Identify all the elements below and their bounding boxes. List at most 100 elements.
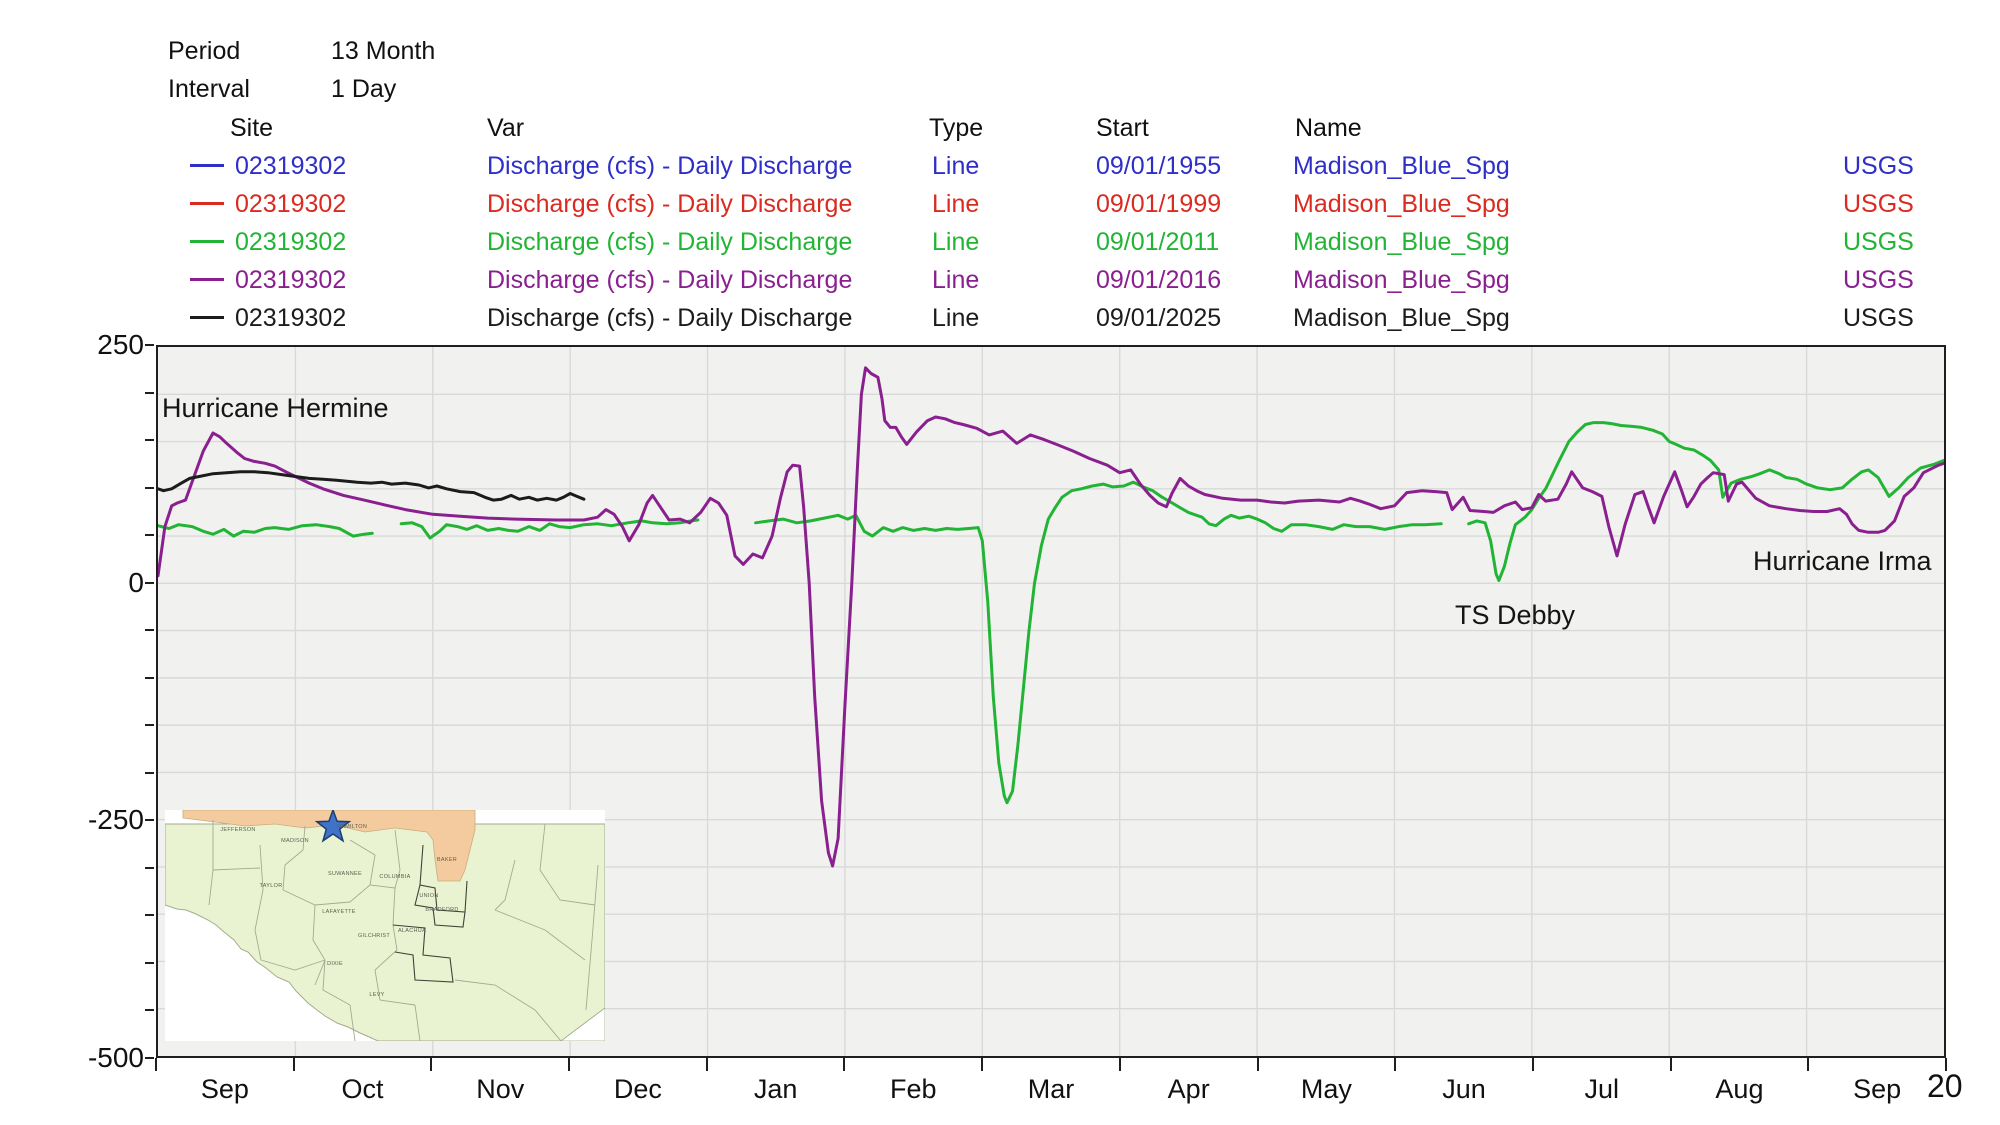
x-axis-month-label: May: [1258, 1074, 1396, 1105]
map-county-label: UNION: [419, 893, 438, 899]
x-axis-tick: [293, 1058, 295, 1071]
legend-header-start: Start: [1096, 114, 1149, 143]
map-county-label: LAFAYETTE: [322, 909, 355, 915]
legend-var: Discharge (cfs) - Daily Discharge: [487, 266, 852, 295]
legend-start: 09/01/2016: [1096, 266, 1221, 295]
x-axis-month-label: Oct: [294, 1074, 432, 1105]
legend-start: 09/01/2011: [1096, 228, 1219, 257]
legend-site: 02319302: [235, 228, 346, 257]
x-axis-month-label: Apr: [1120, 1074, 1258, 1105]
legend-name: Madison_Blue_Spg: [1293, 304, 1510, 333]
x-axis-month-label: Jul: [1533, 1074, 1671, 1105]
legend-type: Line: [932, 190, 979, 219]
legend-type: Line: [932, 304, 979, 333]
legend-start: 09/01/1955: [1096, 152, 1221, 181]
app-window: Period 13 Month Interval 1 Day Site Var …: [0, 0, 2000, 1125]
map-county-label: GILCHRIST: [358, 933, 390, 939]
series-dash-icon: [190, 202, 224, 205]
series-dash-icon: [190, 164, 224, 167]
legend-var: Discharge (cfs) - Daily Discharge: [487, 304, 852, 333]
y-axis-tick: [145, 534, 154, 536]
legend-type: Line: [932, 266, 979, 295]
legend-row[interactable]: 02319302Discharge (cfs) - Daily Discharg…: [0, 266, 2000, 294]
y-axis-tick: [145, 1057, 154, 1059]
y-axis-label: 250: [52, 328, 144, 362]
y-axis-tick: [145, 819, 154, 821]
x-axis-tick: [1532, 1058, 1534, 1071]
legend-row[interactable]: 02319302 Discharge (cfs) - Daily Discharg…: [0, 228, 2000, 256]
x-axis-tick: [981, 1058, 983, 1071]
x-axis-tick: [1807, 1058, 1809, 1071]
x-axis-month-label: Dec: [569, 1074, 707, 1105]
legend-row[interactable]: 02319302Discharge (cfs) - Daily Discharg…: [0, 152, 2000, 180]
legend-name: Madison_Blue_Spg: [1293, 266, 1510, 295]
map-county-label: DIXIE: [327, 961, 343, 967]
chart-annotation: Hurricane Irma: [1753, 546, 1932, 577]
x-axis-tick: [1670, 1058, 1672, 1071]
x-axis-month-label: Nov: [431, 1074, 569, 1105]
y-axis-tick: [145, 962, 154, 964]
series-dash-icon: [190, 240, 224, 243]
interval-value: 1 Day: [331, 75, 396, 104]
x-axis-tick: [155, 1058, 157, 1071]
y-axis-label: -500: [52, 1041, 144, 1075]
data-line: [158, 368, 1944, 866]
y-axis-tick: [145, 629, 154, 631]
x-axis-year-suffix: 20: [1927, 1068, 1963, 1105]
legend-var: Discharge (cfs) - Daily Discharge: [487, 228, 852, 257]
y-axis-tick: [145, 772, 154, 774]
x-axis-month-label: Jan: [707, 1074, 845, 1105]
map-county-label: COLUMBIA: [379, 874, 410, 880]
y-axis-label: -250: [52, 803, 144, 837]
legend-type: Line: [932, 228, 979, 257]
legend-row[interactable]: 02319302Discharge (cfs) - Daily Discharg…: [0, 304, 2000, 332]
x-axis-month-label: Sep: [1808, 1074, 1946, 1105]
y-axis-tick: [145, 582, 154, 584]
legend-start: 09/01/1999: [1096, 190, 1221, 219]
legend-source: USGS: [1843, 266, 1914, 295]
legend-source: USGS: [1843, 228, 1914, 257]
y-axis-tick: [145, 487, 154, 489]
x-axis-tick: [706, 1058, 708, 1071]
x-axis-month-label: Jun: [1395, 1074, 1533, 1105]
period-value: 13 Month: [331, 37, 435, 66]
legend-source: USGS: [1843, 304, 1914, 333]
legend-var: Discharge (cfs) - Daily Discharge: [487, 190, 852, 219]
series-dash-icon: [190, 316, 224, 319]
interval-label: Interval: [168, 75, 250, 104]
chart-annotation: TS Debby: [1455, 600, 1575, 631]
data-line: [401, 520, 698, 538]
legend-site: 02319302: [235, 190, 346, 219]
florida-map-inset: JEFFERSONMADISONHAMILTONSUWANNEECOLUMBIA…: [165, 810, 605, 1041]
map-county-label: ALACHUA: [398, 928, 426, 934]
map-county-label: BAKER: [437, 857, 457, 863]
map-county-label: MADISON: [281, 838, 309, 844]
map-county-label: SUWANNEE: [328, 871, 362, 877]
map-county-label: TAYLOR: [260, 883, 283, 889]
legend-source: USGS: [1843, 190, 1914, 219]
y-axis-tick: [145, 724, 154, 726]
period-label: Period: [168, 37, 240, 66]
y-axis-tick: [145, 1009, 154, 1011]
legend-name: Madison_Blue_Spg: [1293, 190, 1510, 219]
map-county-label: LEVY: [369, 992, 384, 998]
legend-header-row: Site Var Type Start Name: [0, 114, 2000, 140]
x-axis-month-label: Sep: [156, 1074, 294, 1105]
florida-map-graphic: [165, 810, 605, 1041]
y-axis-tick: [145, 392, 154, 394]
legend-start: 09/01/2025: [1096, 304, 1221, 333]
x-axis-tick: [1257, 1058, 1259, 1071]
legend-header-type: Type: [929, 114, 983, 143]
legend-name: Madison_Blue_Spg: [1293, 152, 1510, 181]
legend-site: 02319302: [235, 152, 346, 181]
x-axis-tick: [1394, 1058, 1396, 1071]
y-axis-tick: [145, 344, 154, 346]
y-axis-tick: [145, 439, 154, 441]
x-axis-tick: [430, 1058, 432, 1071]
map-county-label: JEFFERSON: [220, 827, 255, 833]
y-axis-tick: [145, 867, 154, 869]
y-axis-label: 0: [52, 566, 144, 600]
x-axis-tick: [843, 1058, 845, 1071]
legend-row[interactable]: 02319302 Discharge (cfs) - Daily Discharg…: [0, 190, 2000, 218]
legend-header-site: Site: [230, 114, 273, 143]
